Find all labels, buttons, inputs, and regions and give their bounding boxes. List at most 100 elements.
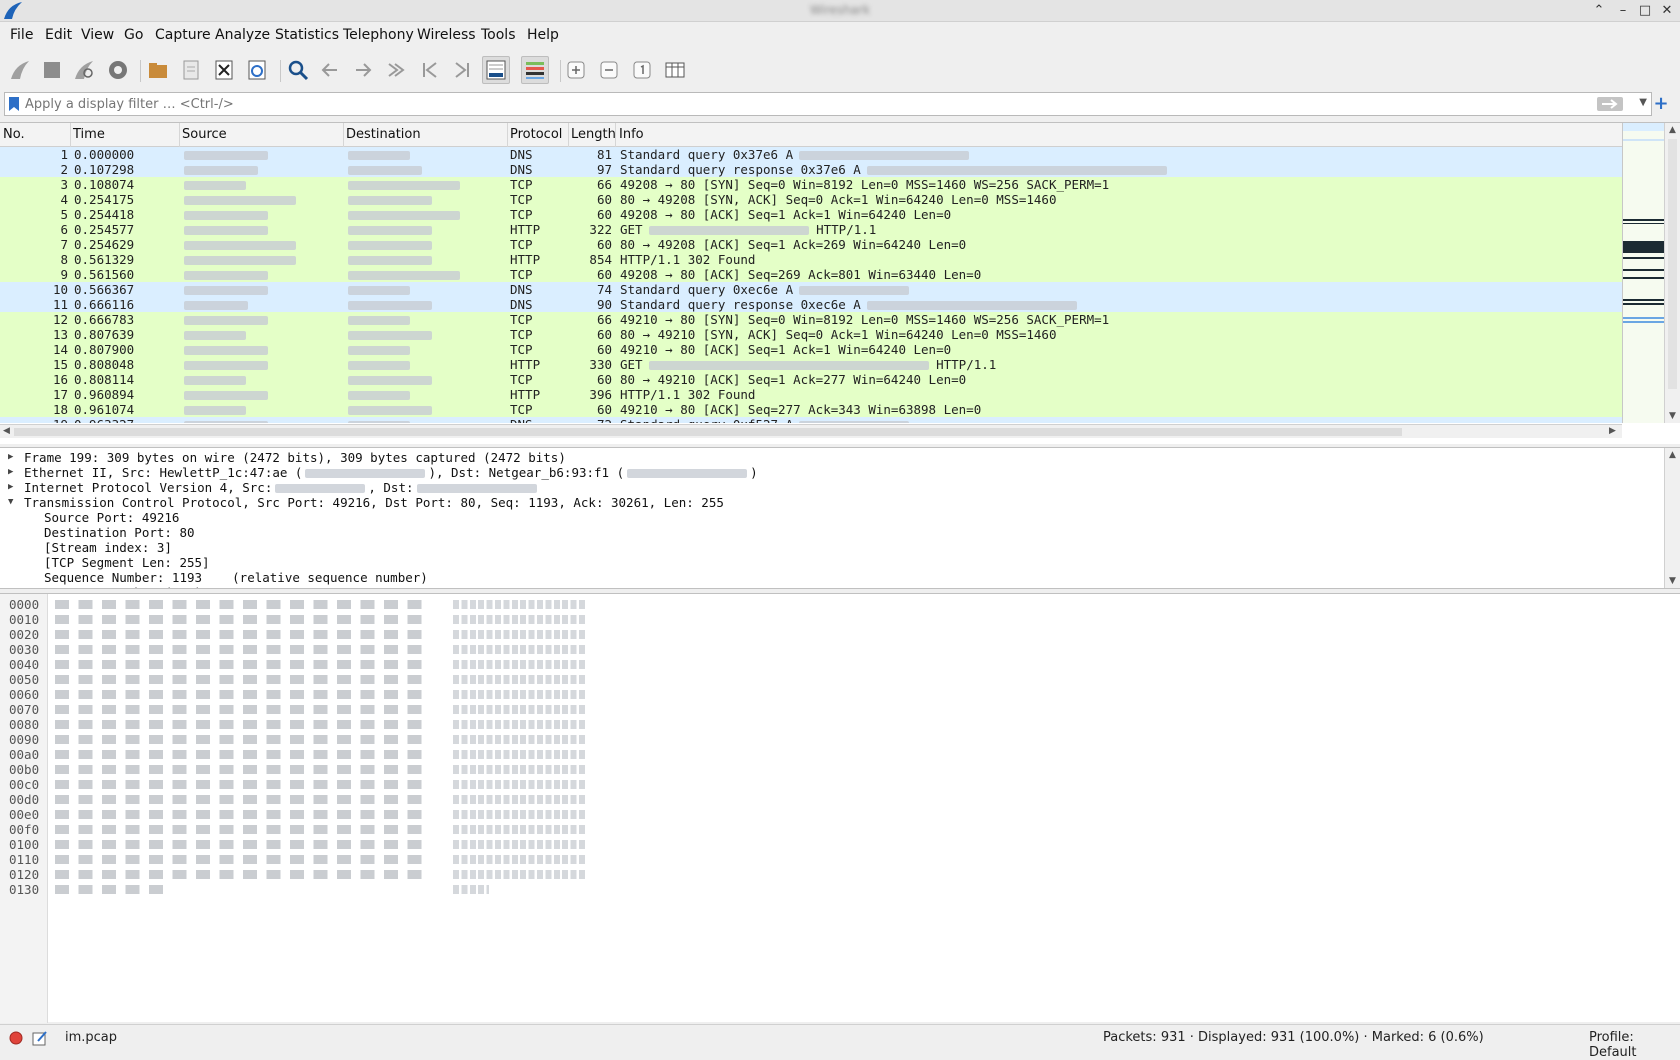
- menu-file[interactable]: File: [10, 27, 33, 43]
- hex-bytes[interactable]: [55, 885, 167, 894]
- menu-go[interactable]: Go: [124, 27, 143, 43]
- column-length[interactable]: Length: [571, 127, 616, 142]
- apply-filter-arrow-icon[interactable]: [1597, 97, 1623, 111]
- scroll-down-icon[interactable]: ▼: [1669, 576, 1676, 586]
- zoom-in-button[interactable]: [562, 56, 590, 84]
- hex-bytes[interactable]: [55, 630, 430, 639]
- ascii-bytes[interactable]: [453, 735, 587, 744]
- bookmark-icon[interactable]: [8, 96, 20, 112]
- packet-row[interactable]: 6 0.254577 HTTP 322 GET HTTP/1.1: [0, 222, 1622, 237]
- detail-field[interactable]: Sequence Number (raw): 1205587027: [0, 585, 1664, 588]
- packet-row[interactable]: 13 0.807639 TCP 60 80 → 49210 [SYN, ACK] Seq…: [0, 327, 1622, 342]
- ascii-bytes[interactable]: [453, 630, 587, 639]
- packet-row[interactable]: 4 0.254175 TCP 60 80 → 49208 [SYN, ACK] Seq=…: [0, 192, 1622, 207]
- profile-label[interactable]: Profile: Default: [1589, 1030, 1680, 1060]
- column-time[interactable]: Time: [73, 127, 105, 142]
- detail-tree-item[interactable]: ▶ Frame 199: 309 bytes on wire (2472 bits…: [0, 450, 1664, 465]
- menu-wireless[interactable]: Wireless: [417, 27, 476, 43]
- column-source[interactable]: Source: [182, 127, 227, 142]
- hex-bytes[interactable]: [55, 810, 430, 819]
- collapsed-arrow-icon[interactable]: ▶: [8, 465, 13, 480]
- colorize-button[interactable]: [521, 56, 549, 84]
- go-forward-button[interactable]: [349, 56, 377, 84]
- ascii-bytes[interactable]: [453, 720, 587, 729]
- detail-field[interactable]: Source Port: 49216: [0, 510, 1664, 525]
- scroll-right-icon[interactable]: ▶: [1609, 426, 1616, 436]
- expanded-arrow-icon[interactable]: ▼: [8, 495, 13, 510]
- close-icon[interactable]: ✕: [1658, 2, 1676, 20]
- ascii-bytes[interactable]: [453, 705, 587, 714]
- packet-row[interactable]: 17 0.960894 HTTP 396 HTTP/1.1 302 Found: [0, 387, 1622, 402]
- scroll-down-icon[interactable]: ▼: [1669, 411, 1676, 421]
- menu-edit[interactable]: Edit: [45, 27, 72, 43]
- packet-list-vertical-scrollbar[interactable]: ▲ ▼: [1664, 123, 1680, 423]
- hex-bytes[interactable]: [55, 615, 430, 624]
- hex-bytes[interactable]: [55, 795, 430, 804]
- packet-row[interactable]: 19 0.963327 DNS 72 Standard query 0xf527 A: [0, 417, 1622, 423]
- hex-bytes[interactable]: [55, 690, 430, 699]
- ascii-bytes[interactable]: [453, 615, 587, 624]
- ascii-bytes[interactable]: [453, 840, 587, 849]
- menu-view[interactable]: View: [81, 27, 114, 43]
- detail-field[interactable]: Destination Port: 80: [0, 525, 1664, 540]
- hex-bytes[interactable]: [55, 675, 430, 684]
- collapsed-arrow-icon[interactable]: ▶: [8, 450, 13, 465]
- hex-bytes[interactable]: [55, 780, 430, 789]
- menu-analyze[interactable]: Analyze: [215, 27, 270, 43]
- capture-options-button[interactable]: [104, 56, 132, 84]
- ascii-bytes[interactable]: [453, 750, 587, 759]
- scroll-up-icon[interactable]: ▲: [1669, 450, 1676, 460]
- open-file-button[interactable]: [144, 56, 172, 84]
- column-destination[interactable]: Destination: [346, 127, 421, 142]
- packet-minimap[interactable]: [1622, 123, 1665, 423]
- last-packet-button[interactable]: [448, 56, 476, 84]
- menu-telephony[interactable]: Telephony: [343, 27, 414, 43]
- find-packet-button[interactable]: [284, 56, 312, 84]
- hex-bytes[interactable]: [55, 825, 430, 834]
- hex-bytes[interactable]: [55, 705, 430, 714]
- maximize-icon[interactable]: □: [1636, 2, 1654, 20]
- ascii-bytes[interactable]: [453, 810, 587, 819]
- ascii-bytes[interactable]: [453, 690, 587, 699]
- hex-bytes[interactable]: [55, 870, 430, 879]
- menu-statistics[interactable]: Statistics: [275, 27, 339, 43]
- ascii-bytes[interactable]: [453, 780, 587, 789]
- hex-bytes[interactable]: [55, 660, 430, 669]
- packet-row[interactable]: 15 0.808048 HTTP 330 GET HTTP/1.1: [0, 357, 1622, 372]
- menu-help[interactable]: Help: [527, 27, 559, 43]
- detail-field[interactable]: [TCP Segment Len: 255]: [0, 555, 1664, 570]
- filter-history-dropdown-icon[interactable]: ▼: [1639, 97, 1647, 108]
- scroll-up-icon[interactable]: ▲: [1669, 125, 1676, 135]
- packet-row[interactable]: 7 0.254629 TCP 60 80 → 49208 [ACK] Seq=1 Ack…: [0, 237, 1622, 252]
- hex-bytes[interactable]: [55, 735, 430, 744]
- packet-row[interactable]: 10 0.566367 DNS 74 Standard query 0xec6e A: [0, 282, 1622, 297]
- ascii-bytes[interactable]: [453, 795, 587, 804]
- ascii-bytes[interactable]: [453, 825, 587, 834]
- scroll-left-icon[interactable]: ◀: [3, 426, 10, 436]
- autoscroll-button[interactable]: [482, 56, 510, 84]
- packet-row[interactable]: 1 0.000000 DNS 81 Standard query 0x37e6 A: [0, 147, 1622, 162]
- packet-row[interactable]: 3 0.108074 TCP 66 49208 → 80 [SYN] Seq=0 Win…: [0, 177, 1622, 192]
- menu-capture[interactable]: Capture: [155, 27, 211, 43]
- packet-row[interactable]: 8 0.561329 HTTP 854 HTTP/1.1 302 Found: [0, 252, 1622, 267]
- hex-bytes[interactable]: [55, 645, 430, 654]
- hex-bytes[interactable]: [55, 720, 430, 729]
- ascii-bytes[interactable]: [453, 645, 587, 654]
- go-to-packet-button[interactable]: [382, 56, 410, 84]
- capture-status-icon[interactable]: [9, 1031, 23, 1045]
- ascii-bytes[interactable]: [453, 600, 587, 609]
- packet-row[interactable]: 2 0.107298 DNS 97 Standard query response 0x…: [0, 162, 1622, 177]
- go-back-button[interactable]: [316, 56, 344, 84]
- minimize-icon[interactable]: –: [1614, 2, 1632, 20]
- menu-tools[interactable]: Tools: [481, 27, 516, 43]
- ascii-bytes[interactable]: [453, 885, 489, 894]
- save-file-button[interactable]: [177, 56, 205, 84]
- restart-capture-button[interactable]: [70, 56, 98, 84]
- packet-row[interactable]: 9 0.561560 TCP 60 49208 → 80 [ACK] Seq=269 A…: [0, 267, 1622, 282]
- close-file-button[interactable]: [210, 56, 238, 84]
- display-filter-input[interactable]: [25, 95, 1585, 113]
- detail-field[interactable]: Sequence Number: 1193 (relative sequence…: [0, 570, 1664, 585]
- ascii-bytes[interactable]: [453, 660, 587, 669]
- detail-tree-item[interactable]: ▼ Transmission Control Protocol, Src Port…: [0, 495, 1664, 510]
- start-capture-button[interactable]: [6, 56, 34, 84]
